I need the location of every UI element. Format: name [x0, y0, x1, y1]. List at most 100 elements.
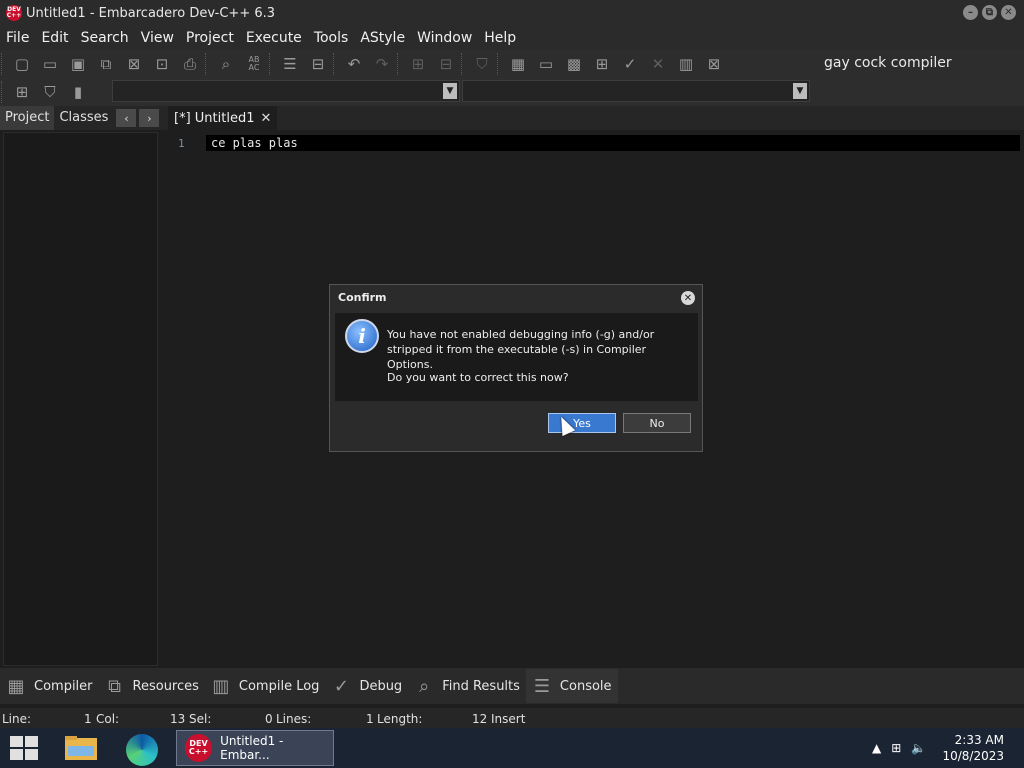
save-icon[interactable]: ▣	[65, 52, 91, 76]
menu-project[interactable]: Project	[180, 26, 240, 50]
status-col-label: Col:	[96, 712, 120, 726]
delete-profile-icon[interactable]: ⊠	[701, 52, 727, 76]
toolbar-separator	[497, 53, 503, 75]
line-number: 1	[178, 137, 185, 150]
chevron-left-icon[interactable]: ‹	[116, 109, 137, 127]
toolbar-separator	[1, 81, 7, 103]
toggle-bookmark-icon[interactable]: ⛉	[37, 80, 63, 104]
system-tray: ▲ ⊞ 🔈	[872, 728, 926, 768]
taskbar-app-devcpp[interactable]: DEV C++ Untitled1 - Embar...	[176, 730, 334, 766]
title-bar: DEV C++ Untitled1 - Embarcadero Dev-C++ 6…	[0, 0, 1024, 26]
status-line-label: Line:	[2, 712, 32, 726]
tab-debug-label: Debug	[359, 678, 403, 694]
close-file-icon[interactable]: ⊠	[121, 52, 147, 76]
chevron-down-icon[interactable]: ▼	[443, 83, 457, 99]
add-to-project-icon[interactable]: ⊞	[405, 52, 431, 76]
window-title: Untitled1 - Embarcadero Dev-C++ 6.3	[26, 5, 276, 21]
edge-browser-icon[interactable]	[126, 734, 158, 766]
window-controls: – ⧉ ✕	[963, 5, 1016, 20]
member-combo[interactable]: ▼	[462, 80, 810, 102]
find-icon[interactable]: ⌕	[213, 52, 239, 76]
tray-overflow-icon[interactable]: ▲	[872, 741, 881, 755]
menu-execute[interactable]: Execute	[240, 26, 308, 50]
redo-icon[interactable]: ↷	[369, 52, 395, 76]
check-icon: ✓	[333, 675, 349, 697]
tab-compile-log[interactable]: ▥ Compile Log	[205, 669, 326, 703]
confirm-dialog: Confirm ✕ i You have not enabled debuggi…	[329, 284, 703, 452]
bottom-panel-tabs: ▦ Compiler ⧉ Resources ▥ Compile Log ✓ D…	[0, 668, 1024, 704]
syntax-check-icon[interactable]: ✓	[617, 52, 643, 76]
menu-astyle[interactable]: AStyle	[354, 26, 411, 50]
menu-bar: File Edit Search View Project Execute To…	[0, 26, 1024, 50]
goto-bookmark-icon[interactable]: ▮	[65, 80, 91, 104]
close-icon[interactable]: ✕	[681, 291, 695, 305]
menu-edit[interactable]: Edit	[35, 26, 74, 50]
rebuild-all-icon[interactable]: ⊞	[589, 52, 615, 76]
chevron-right-icon[interactable]: ›	[139, 109, 160, 127]
class-combo[interactable]: ▼	[112, 80, 460, 102]
remove-from-project-icon[interactable]: ⊟	[433, 52, 459, 76]
tab-resources[interactable]: ⧉ Resources	[99, 669, 205, 703]
menu-search[interactable]: Search	[75, 26, 135, 50]
compile-run-icon[interactable]: ▩	[561, 52, 587, 76]
menu-help[interactable]: Help	[478, 26, 522, 50]
tab-project[interactable]: Project	[0, 106, 55, 130]
run-icon[interactable]: ▭	[533, 52, 559, 76]
toolbar-separator	[269, 53, 275, 75]
menu-file[interactable]: File	[0, 26, 35, 50]
close-window-button[interactable]: ✕	[1001, 5, 1016, 20]
minimize-button[interactable]: –	[963, 5, 978, 20]
dialog-message: You have not enabled debugging info (-g)…	[387, 328, 655, 371]
resources-icon: ⧉	[108, 675, 121, 697]
profile-icon[interactable]: ▥	[673, 52, 699, 76]
tab-classes[interactable]: Classes	[54, 106, 113, 130]
compiler-profile-select[interactable]: gay cock compiler	[818, 52, 1024, 76]
status-sel-label: Sel:	[189, 712, 212, 726]
tab-debug[interactable]: ✓ Debug	[325, 669, 408, 703]
toolbar-separator	[333, 53, 339, 75]
replace-icon[interactable]: AB AC	[241, 52, 267, 76]
menu-tools[interactable]: Tools	[308, 26, 355, 50]
unindent-icon[interactable]: ⊟	[305, 52, 331, 76]
stop-execution-icon[interactable]: ✕	[645, 52, 671, 76]
devcpp-logo-icon: DEV C++	[185, 734, 213, 762]
network-icon[interactable]: ⊞	[891, 741, 901, 755]
save-all-icon[interactable]: ⧉	[93, 52, 119, 76]
taskbar-clock[interactable]: 2:33 AM 10/8/2023	[942, 732, 1004, 764]
open-file-icon[interactable]: ▭	[37, 52, 63, 76]
volume-icon[interactable]: 🔈	[911, 741, 926, 755]
restore-button[interactable]: ⧉	[982, 5, 997, 20]
tab-compiler[interactable]: ▦ Compiler	[0, 669, 99, 703]
close-all-icon[interactable]: ⊡	[149, 52, 175, 76]
status-length-value: 12	[472, 712, 488, 726]
status-col-value: 13	[170, 712, 186, 726]
tab-compiler-label: Compiler	[34, 678, 93, 694]
screen: DEV C++ Untitled1 - Embarcadero Dev-C++ 6…	[0, 0, 1024, 768]
chevron-down-icon[interactable]: ▼	[793, 83, 807, 99]
toolbar-separator	[397, 53, 403, 75]
bar-chart-icon: ▥	[212, 675, 230, 697]
menu-window[interactable]: Window	[411, 26, 478, 50]
main-toolbar: ▢ ▭ ▣ ⧉ ⊠ ⊡ ⎙ ⌕ AB AC ☰ ⊟ ↶ ↷ ⊞ ⊟ ⛉ ▦ ▭ ▩…	[0, 50, 816, 78]
compile-icon[interactable]: ▦	[505, 52, 531, 76]
menu-view[interactable]: View	[135, 26, 180, 50]
print-icon[interactable]: ⎙	[177, 52, 203, 76]
undo-icon[interactable]: ↶	[341, 52, 367, 76]
indent-icon[interactable]: ☰	[277, 52, 303, 76]
windows-start-icon[interactable]	[10, 736, 38, 760]
tab-console[interactable]: ☰ Console	[525, 669, 618, 703]
project-tree[interactable]	[3, 132, 158, 666]
status-line-value: 1	[84, 712, 92, 726]
new-file-icon[interactable]: ▢	[9, 52, 35, 76]
file-explorer-icon[interactable]	[64, 734, 98, 762]
insert-icon[interactable]: ⊞	[9, 80, 35, 104]
code-line[interactable]: ce plas plas	[206, 135, 1020, 151]
editor-tab-untitled1[interactable]: [*] Untitled1 ✕	[168, 106, 278, 130]
taskbar-app-label: Untitled1 - Embar...	[220, 734, 284, 762]
tab-console-label: Console	[559, 678, 612, 694]
close-tab-icon[interactable]: ✕	[260, 111, 271, 126]
tab-find-results[interactable]: ⌕ Find Results	[408, 669, 526, 703]
no-button[interactable]: No	[623, 413, 691, 433]
console-icon: ☰	[533, 675, 550, 697]
project-options-icon[interactable]: ⛉	[469, 52, 495, 76]
